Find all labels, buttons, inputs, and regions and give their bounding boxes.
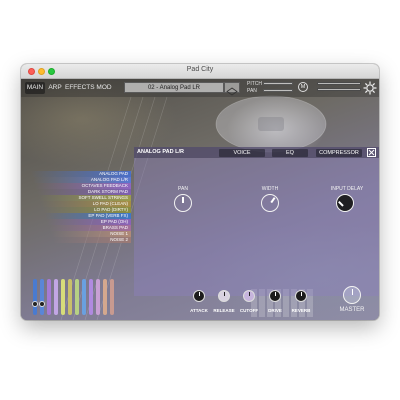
fader[interactable]	[32, 279, 38, 315]
output-meter-right	[317, 88, 361, 91]
fader[interactable]	[68, 279, 72, 315]
cutoff-knob[interactable]	[243, 290, 255, 302]
preset-item[interactable]: ANALOG PAD L/R	[33, 177, 131, 183]
drive-knob[interactable]	[269, 290, 281, 302]
tab-mod[interactable]: MOD	[95, 82, 113, 94]
preset-item[interactable]: BRASS PAD	[49, 225, 131, 231]
preset-item-label: ANALOG PAD L/R	[90, 177, 128, 182]
pan-slider[interactable]	[263, 89, 293, 92]
fader[interactable]	[75, 279, 79, 315]
preset-item-label: NOISE 1	[110, 231, 128, 236]
master-knob[interactable]	[343, 286, 361, 304]
master-label: MASTER	[339, 307, 365, 313]
reverb-label: REVERB	[291, 308, 311, 313]
panel-header: ANALOG PAD L/R VOICE EQ COMPRESSOR	[134, 147, 379, 158]
preset-item-label: ANALOG PAD	[99, 171, 128, 176]
pitch-label: PITCH	[247, 81, 262, 87]
input-delay-knob[interactable]	[336, 194, 354, 212]
preset-item-label: OCTAVES FEEDBACK	[81, 183, 128, 188]
pan-knob-label: PAN	[178, 186, 188, 192]
release-label: RELEASE	[213, 308, 235, 313]
pitch-slider[interactable]	[263, 82, 293, 85]
preset-item[interactable]: EP PAD (OH)	[47, 219, 131, 225]
preset-item[interactable]: EP PAD (VERB FX)	[45, 213, 131, 219]
reverb-knob[interactable]	[295, 290, 307, 302]
cutoff-label: CUTOFF	[239, 308, 259, 313]
preset-item-label: EP PAD (VERB FX)	[88, 213, 128, 218]
preset-item[interactable]: DARK STORM PAD	[37, 189, 131, 195]
tab-eq[interactable]: EQ	[272, 148, 308, 157]
preset-item-label: BRASS PAD	[102, 225, 128, 230]
drive-label: DRIVE	[268, 308, 282, 313]
width-knob[interactable]	[261, 194, 279, 212]
input-delay-knob-label: INPUT DELAY	[330, 186, 364, 192]
attack-label: ATTACK	[190, 308, 208, 313]
release-knob[interactable]	[218, 290, 230, 302]
fader-handle[interactable]	[39, 301, 45, 307]
tab-effects[interactable]: EFFECTS	[65, 82, 95, 94]
tab-compressor[interactable]: COMPRESSOR	[316, 148, 362, 157]
app-window: Pad City MAIN ARP EFFECTS MOD 02 - Analo…	[21, 64, 379, 320]
tab-main[interactable]: MAIN	[25, 82, 45, 94]
output-meter-left	[317, 82, 361, 85]
preset-item[interactable]: LO PAD (DIRTY)	[43, 207, 131, 213]
fader[interactable]	[96, 279, 100, 315]
tab-voice[interactable]: VOICE	[219, 148, 265, 157]
preset-item-label: EP PAD (OH)	[100, 219, 128, 224]
preset-item-label: LO PAD (CLEAN)	[92, 201, 128, 206]
fader[interactable]	[39, 279, 45, 315]
preset-selector[interactable]: 02 - Analog Pad LR	[124, 82, 224, 93]
fader[interactable]	[89, 279, 93, 315]
gear-icon[interactable]	[363, 81, 377, 95]
top-bar: MAIN ARP EFFECTS MOD 02 - Analog Pad LR …	[21, 79, 379, 97]
preset-arrows[interactable]	[224, 82, 240, 96]
width-knob-label: WIDTH	[261, 186, 279, 192]
pan-label: PAN	[247, 88, 257, 94]
preset-item[interactable]: ANALOG PAD	[31, 171, 131, 177]
fader[interactable]	[47, 279, 51, 315]
tab-arp[interactable]: ARP	[47, 82, 63, 94]
panel-title: ANALOG PAD L/R	[137, 149, 184, 155]
preset-nav-icon	[226, 87, 238, 96]
pan-knob[interactable]	[174, 194, 192, 212]
fader[interactable]	[110, 279, 114, 315]
preset-item[interactable]: NOISE 2	[53, 237, 131, 243]
fader-handle[interactable]	[32, 301, 38, 307]
preset-item[interactable]: SOFT SWELL STRINGS	[39, 195, 131, 201]
preset-item-label: NOISE 2	[110, 237, 128, 242]
preset-item-label: SOFT SWELL STRINGS	[78, 195, 128, 200]
preset-item[interactable]: LO PAD (CLEAN)	[41, 201, 131, 207]
m-button[interactable]: M	[298, 82, 308, 92]
preset-item[interactable]: NOISE 1	[51, 231, 131, 237]
fader[interactable]	[82, 279, 86, 315]
fader[interactable]	[54, 279, 58, 315]
close-icon[interactable]	[367, 148, 376, 157]
preset-item[interactable]: OCTAVES FEEDBACK	[35, 183, 131, 189]
preset-item-label: DARK STORM PAD	[87, 189, 128, 194]
preset-item-label: LO PAD (DIRTY)	[94, 207, 128, 212]
title-bar: Pad City	[21, 64, 379, 79]
attack-knob[interactable]	[193, 290, 205, 302]
plugin-body: MAIN ARP EFFECTS MOD 02 - Analog Pad LR …	[21, 79, 379, 320]
voice-panel: ANALOG PAD L/R VOICE EQ COMPRESSOR PAN W…	[134, 147, 379, 296]
window-title: Pad City	[186, 66, 214, 73]
fader[interactable]	[61, 279, 65, 315]
fader[interactable]	[103, 279, 107, 315]
